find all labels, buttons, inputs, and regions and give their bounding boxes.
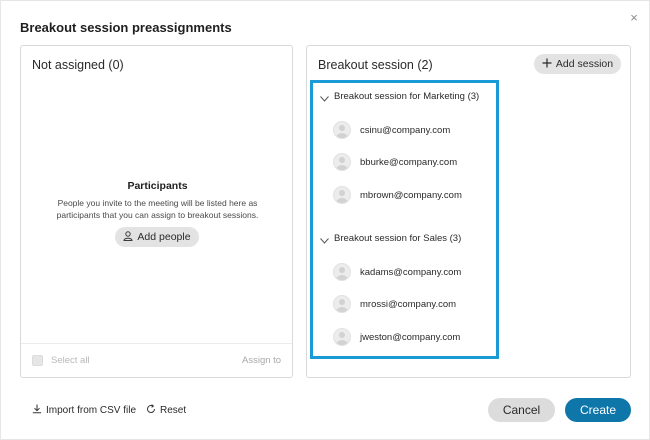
participants-empty-state: Participants People you invite to the me… xyxy=(21,180,294,221)
person-icon xyxy=(123,230,134,244)
member-email: mrossi@company.com xyxy=(360,298,457,310)
import-csv-label: Import from CSV file xyxy=(46,405,137,416)
close-icon[interactable]: × xyxy=(627,11,641,25)
breakout-session-title: Breakout session (2) xyxy=(318,58,433,72)
breakout-preassignments-dialog: Breakout session preassignments × Not as… xyxy=(0,0,650,440)
member-email: kadams@company.com xyxy=(360,266,462,278)
participants-description: People you invite to the meeting will be… xyxy=(56,198,259,220)
import-csv-button[interactable]: Import from CSV file xyxy=(32,404,136,417)
cancel-button[interactable]: Cancel xyxy=(488,398,555,422)
plus-icon xyxy=(542,58,552,71)
session-group-header-marketing[interactable]: Breakout session for Marketing (3) xyxy=(320,91,479,102)
member-email: mbrown@company.com xyxy=(360,189,462,201)
reset-icon xyxy=(146,404,156,417)
not-assigned-title: Not assigned (0) xyxy=(32,58,124,72)
avatar xyxy=(333,153,351,171)
add-session-button[interactable]: Add session xyxy=(534,54,621,74)
chevron-down-icon xyxy=(320,94,329,102)
avatar xyxy=(333,121,351,139)
checkbox-box xyxy=(32,355,43,366)
avatar xyxy=(333,186,351,204)
list-item[interactable]: kadams@company.com xyxy=(333,263,461,281)
download-icon xyxy=(32,404,42,417)
session-group-name: Breakout session for Sales (3) xyxy=(334,233,462,244)
avatar xyxy=(333,263,351,281)
create-button[interactable]: Create xyxy=(565,398,631,422)
add-people-button[interactable]: Add people xyxy=(115,227,199,247)
list-item[interactable]: jweston@company.com xyxy=(333,328,460,346)
member-email: csinu@company.com xyxy=(360,124,451,136)
select-all-label: Select all xyxy=(51,355,90,366)
member-email: jweston@company.com xyxy=(360,331,461,343)
session-group-header-sales[interactable]: Breakout session for Sales (3) xyxy=(320,233,461,244)
add-people-label: Add people xyxy=(137,231,191,243)
avatar xyxy=(333,295,351,313)
participants-heading: Participants xyxy=(127,180,188,192)
list-item[interactable]: mrossi@company.com xyxy=(333,295,456,313)
session-list-highlight: Breakout session for Marketing (3) csinu… xyxy=(310,80,499,359)
chevron-down-icon xyxy=(320,236,329,244)
breakout-session-panel: Breakout session (2) Add session Breakou… xyxy=(306,45,631,378)
add-session-label: Add session xyxy=(555,58,614,70)
select-all-checkbox[interactable]: Select all xyxy=(32,355,90,366)
reset-label: Reset xyxy=(160,405,187,416)
list-item[interactable]: mbrown@company.com xyxy=(333,186,462,204)
avatar xyxy=(333,328,351,346)
assign-to-button[interactable]: Assign to xyxy=(242,355,281,366)
member-email: bburke@company.com xyxy=(360,156,458,168)
not-assigned-panel: Not assigned (0) Participants People you… xyxy=(20,45,293,378)
reset-button[interactable]: Reset xyxy=(146,404,186,417)
divider xyxy=(21,343,292,344)
session-group-name: Breakout session for Marketing (3) xyxy=(334,91,480,102)
dialog-title: Breakout session preassignments xyxy=(20,20,232,35)
list-item[interactable]: csinu@company.com xyxy=(333,121,450,139)
list-item[interactable]: bburke@company.com xyxy=(333,153,457,171)
